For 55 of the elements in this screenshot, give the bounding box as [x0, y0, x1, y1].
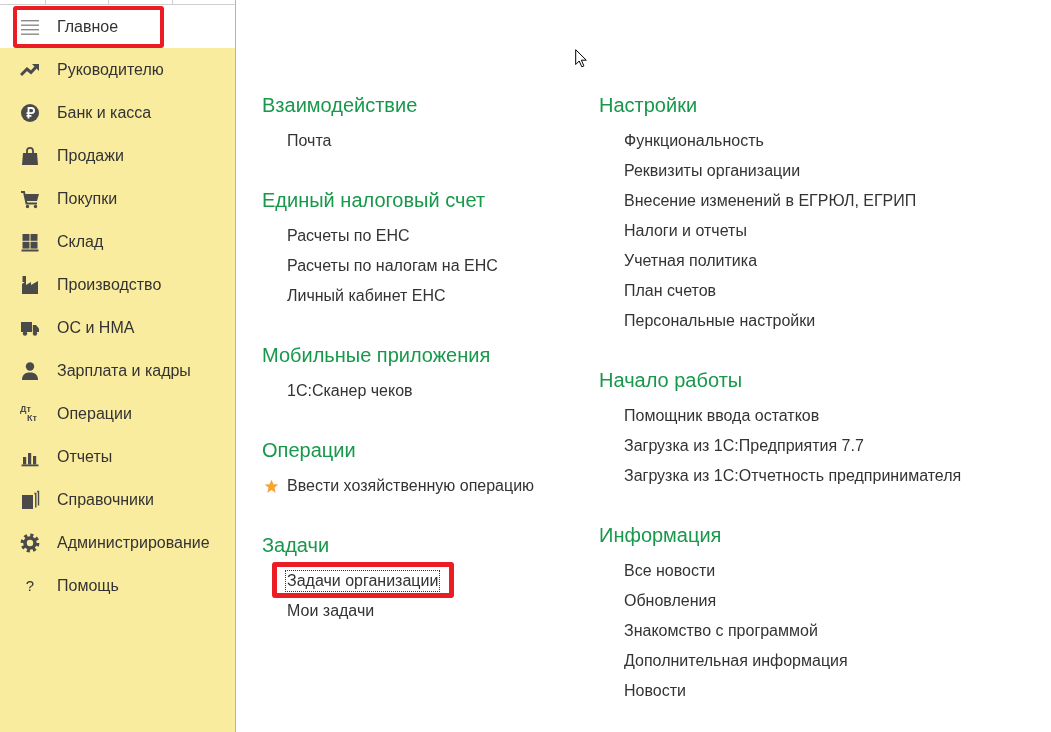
- section-link[interactable]: Дополнительная информация: [622, 650, 850, 672]
- section-heading: Операции: [262, 438, 357, 462]
- section-link[interactable]: Личный кабинет ЕНС: [285, 285, 448, 307]
- section-link[interactable]: Помощник ввода остатков: [622, 405, 822, 427]
- section-link[interactable]: Функциональность: [622, 130, 766, 152]
- section-link[interactable]: Учетная политика: [622, 250, 760, 272]
- section-link[interactable]: Почта: [285, 130, 334, 152]
- sidebar-item[interactable]: Продажи: [0, 134, 235, 177]
- section-link[interactable]: Налоги и отчеты: [622, 220, 749, 242]
- section-link[interactable]: Загрузка из 1С:Предприятия 7.7: [622, 435, 866, 457]
- section-link[interactable]: Ввести хозяйственную операцию: [285, 475, 537, 497]
- sidebar-item[interactable]: Производство: [0, 263, 235, 306]
- section-link[interactable]: Расчеты по налогам на ЕНС: [285, 255, 500, 277]
- section-heading: Единый налоговый счет: [262, 188, 487, 212]
- section-link[interactable]: Внесение изменений в ЕГРЮЛ, ЕГРИП: [622, 190, 919, 212]
- shopping-bag-icon: [20, 145, 40, 166]
- sidebar-item[interactable]: Руководителю: [0, 48, 235, 91]
- section-link[interactable]: 1С:Сканер чеков: [285, 380, 415, 402]
- section-heading: Информация: [599, 523, 723, 547]
- section-heading: Мобильные приложения: [262, 343, 492, 367]
- debit-credit-icon: Дт Кт: [20, 403, 40, 424]
- factory-icon: [20, 274, 40, 295]
- section-link[interactable]: Расчеты по ЕНС: [285, 225, 412, 247]
- sidebar-item[interactable]: ОС и НМА: [0, 306, 235, 349]
- section-heading: Взаимодействие: [262, 93, 419, 117]
- sidebar-item[interactable]: Зарплата и кадры: [0, 349, 235, 392]
- section-link[interactable]: Задачи организации: [285, 570, 441, 592]
- sidebar-item[interactable]: Склад: [0, 220, 235, 263]
- section-link[interactable]: Мои задачи: [285, 600, 377, 622]
- boxes-icon: [20, 231, 40, 252]
- person-icon: [20, 360, 40, 381]
- section-link[interactable]: План счетов: [622, 280, 719, 302]
- help-icon: ?: [20, 575, 40, 596]
- section-link[interactable]: Реквизиты организации: [622, 160, 803, 182]
- section-heading: Задачи: [262, 533, 331, 557]
- mouse-pointer-icon: [575, 49, 588, 68]
- documents-icon: [20, 489, 40, 510]
- sidebar-item[interactable]: Банк и касса: [0, 91, 235, 134]
- gear-icon: [20, 532, 40, 553]
- sidebar-item[interactable]: Справочники: [0, 478, 235, 521]
- sidebar-item[interactable]: Покупки: [0, 177, 235, 220]
- section-link[interactable]: Персональные настройки: [622, 310, 818, 332]
- sidebar-item[interactable]: ? Помощь: [0, 564, 235, 607]
- section-link[interactable]: Все новости: [622, 560, 718, 582]
- sidebar-item[interactable]: Администрирование: [0, 521, 235, 564]
- section-link[interactable]: Обновления: [622, 590, 719, 612]
- ruble-coin-icon: [20, 102, 40, 123]
- section-link[interactable]: Знакомство с программой: [622, 620, 820, 642]
- section-link[interactable]: Загрузка из 1С:Отчетность предпринимателя: [622, 465, 964, 487]
- section-link[interactable]: Новости: [622, 680, 688, 702]
- section-heading: Начало работы: [599, 368, 744, 392]
- cart-icon: [20, 188, 40, 209]
- sidebar-item[interactable]: Отчеты: [0, 435, 235, 478]
- section-heading: Настройки: [599, 93, 699, 117]
- sidebar-item[interactable]: Дт Кт Операции: [0, 392, 235, 435]
